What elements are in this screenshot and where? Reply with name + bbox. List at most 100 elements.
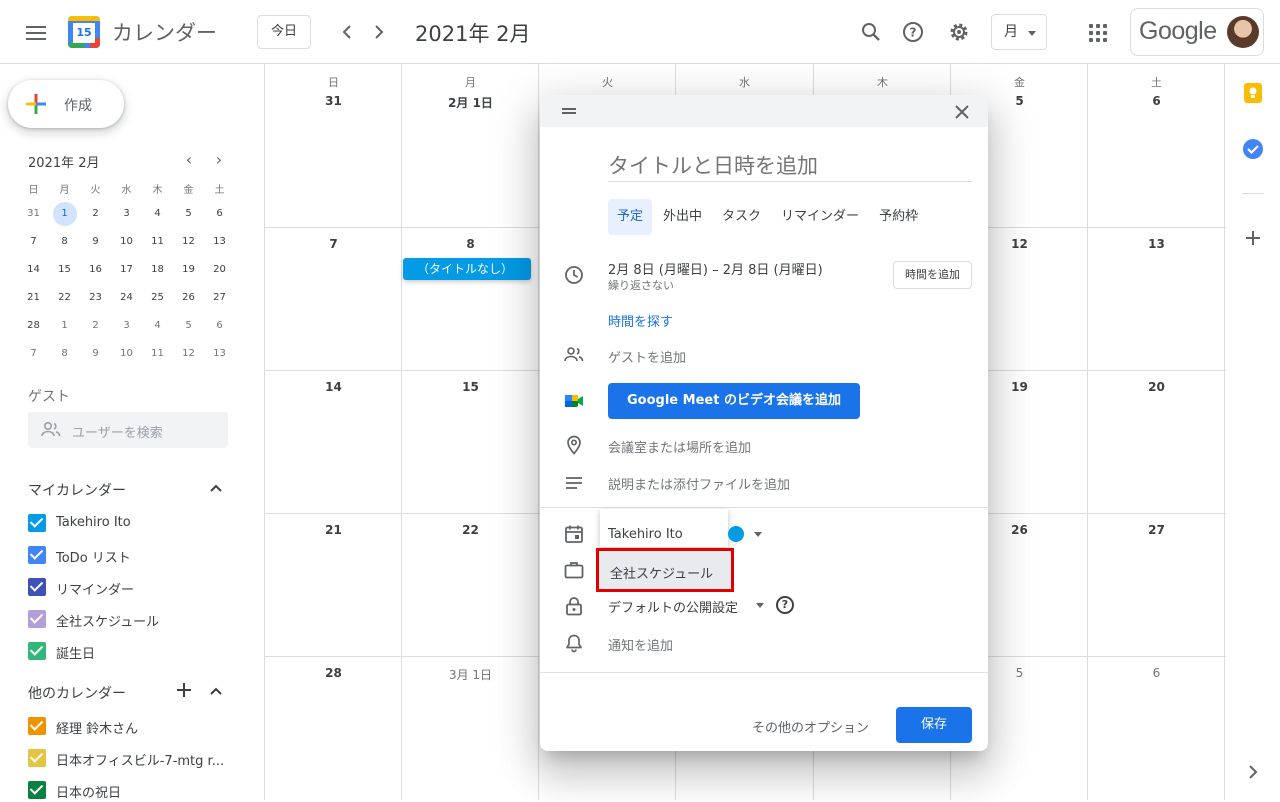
create-button[interactable]: 作成 xyxy=(8,80,124,128)
chevron-up-icon[interactable] xyxy=(208,683,224,699)
calendar-item-office-mtg[interactable]: 日本オフィスビル-7-mtg r... xyxy=(28,746,238,770)
dropdown-caret-icon[interactable] xyxy=(756,603,764,608)
avatar[interactable] xyxy=(1227,16,1259,48)
day-number[interactable]: 6 xyxy=(1088,94,1225,108)
mini-day[interactable]: 10 xyxy=(111,228,142,256)
calendar-item-birthdays[interactable]: 誕生日 xyxy=(28,639,238,663)
repeat-setting[interactable]: 繰り返さない xyxy=(608,277,674,293)
mini-day[interactable]: 8 xyxy=(49,340,80,368)
mini-day[interactable]: 11 xyxy=(142,340,173,368)
mini-day[interactable]: 17 xyxy=(111,256,142,284)
tab-task[interactable]: タスク xyxy=(713,199,770,235)
day-number[interactable]: 6 xyxy=(1088,666,1225,680)
day-number[interactable]: 28 xyxy=(265,666,402,680)
user-search-input[interactable]: ユーザーを検索 xyxy=(28,412,228,448)
calendar-item-todo[interactable]: ToDo リスト xyxy=(28,543,238,567)
mini-day[interactable]: 9 xyxy=(80,340,111,368)
mini-day[interactable]: 13 xyxy=(204,340,235,368)
checkbox[interactable] xyxy=(28,578,46,596)
mini-day[interactable]: 31 xyxy=(18,200,49,228)
chevron-right-icon[interactable] xyxy=(1242,761,1264,783)
mini-day[interactable]: 22 xyxy=(49,284,80,312)
today-button[interactable]: 今日 xyxy=(257,15,311,49)
chevron-up-icon[interactable] xyxy=(208,480,224,496)
tab-appointment-slots[interactable]: 予約枠 xyxy=(870,199,927,235)
dropdown-caret-icon[interactable] xyxy=(754,532,762,537)
mini-day[interactable]: 8 xyxy=(49,228,80,256)
calendar-select-menu[interactable]: Takehiro Ito xyxy=(600,509,728,547)
day-number[interactable]: 8 xyxy=(402,237,539,251)
mini-day[interactable]: 10 xyxy=(111,340,142,368)
mini-prev-icon[interactable]: ‹ xyxy=(181,150,197,169)
mini-day[interactable]: 15 xyxy=(49,256,80,284)
chevron-right-icon[interactable] xyxy=(367,20,391,44)
day-number[interactable]: 3月 1日 xyxy=(402,666,539,683)
mini-day[interactable]: 7 xyxy=(18,340,49,368)
day-number[interactable]: 7 xyxy=(265,237,402,251)
calendar-option-takehiro[interactable]: Takehiro Ito xyxy=(608,527,683,542)
mini-day[interactable]: 9 xyxy=(80,228,111,256)
mini-day[interactable]: 1 xyxy=(49,312,80,340)
visibility-setting[interactable]: デフォルトの公開設定 xyxy=(608,597,738,616)
day-number[interactable]: 27 xyxy=(1088,523,1225,537)
mini-day[interactable]: 16 xyxy=(80,256,111,284)
mini-day[interactable]: 5 xyxy=(173,312,204,340)
checkbox[interactable] xyxy=(28,546,46,564)
tab-event[interactable]: 予定 xyxy=(608,199,653,235)
search-icon[interactable] xyxy=(859,20,883,44)
keep-icon[interactable] xyxy=(1242,82,1264,104)
mini-next-icon[interactable]: › xyxy=(211,150,227,169)
mini-day[interactable]: 11 xyxy=(142,228,173,256)
tab-out-of-office[interactable]: 外出中 xyxy=(654,199,711,235)
mini-day[interactable]: 2 xyxy=(80,312,111,340)
add-location-field[interactable]: 会議室または場所を追加 xyxy=(608,437,751,456)
add-google-meet-button[interactable]: Google Meet のビデオ会議を追加 xyxy=(608,383,860,419)
find-time-link[interactable]: 時間を探す xyxy=(608,311,673,330)
my-calendars-title[interactable]: マイカレンダー xyxy=(28,480,126,500)
checkbox[interactable] xyxy=(28,781,46,799)
mini-day[interactable]: 19 xyxy=(173,256,204,284)
event-date-range[interactable]: 2月 8日 (月曜日) – 2月 8日 (月曜日) xyxy=(608,259,823,278)
day-number[interactable]: 20 xyxy=(1088,380,1225,394)
mini-day[interactable]: 18 xyxy=(142,256,173,284)
more-options-button[interactable]: その他のオプション xyxy=(752,717,869,736)
day-number[interactable]: 13 xyxy=(1088,237,1225,251)
day-number[interactable]: 31 xyxy=(265,94,402,108)
mini-day[interactable]: 14 xyxy=(18,256,49,284)
mini-day[interactable]: 21 xyxy=(18,284,49,312)
mini-day[interactable]: 4 xyxy=(142,200,173,228)
mini-day[interactable]: 12 xyxy=(173,340,204,368)
mini-day[interactable]: 20 xyxy=(204,256,235,284)
calendar-item-takehiro[interactable]: Takehiro Ito xyxy=(28,511,238,535)
calendar-item-company[interactable]: 全社スケジュール xyxy=(28,607,238,631)
calendar-item-holidays[interactable]: 日本の祝日 xyxy=(28,778,238,802)
save-button[interactable]: 保存 xyxy=(896,707,972,743)
day-number[interactable]: 15 xyxy=(402,380,539,394)
mini-day[interactable]: 13 xyxy=(204,228,235,256)
add-guests-field[interactable]: ゲストを追加 xyxy=(608,347,686,366)
chevron-left-icon[interactable] xyxy=(335,20,359,44)
mini-day[interactable]: 6 xyxy=(204,312,235,340)
account-switcher[interactable]: Google xyxy=(1130,8,1264,56)
add-calendar-plus-icon[interactable] xyxy=(176,682,192,698)
checkbox[interactable] xyxy=(28,717,46,735)
mini-day[interactable]: 27 xyxy=(204,284,235,312)
mini-day[interactable]: 6 xyxy=(204,200,235,228)
add-addon-plus-icon[interactable] xyxy=(1242,227,1264,249)
calendar-item-reminders[interactable]: リマインダー xyxy=(28,575,238,599)
checkbox[interactable] xyxy=(28,610,46,628)
mini-day[interactable]: 12 xyxy=(173,228,204,256)
settings-gear-icon[interactable] xyxy=(947,20,971,44)
mini-day[interactable]: 3 xyxy=(111,312,142,340)
calendar-item-accounting[interactable]: 経理 鈴木さん xyxy=(28,714,238,738)
day-number[interactable]: 22 xyxy=(402,523,539,537)
mini-day[interactable]: 26 xyxy=(173,284,204,312)
calendar-option-company-schedule[interactable]: 全社スケジュール xyxy=(596,548,734,592)
close-icon[interactable] xyxy=(952,102,972,122)
other-calendars-title[interactable]: 他のカレンダー xyxy=(28,683,126,703)
checkbox[interactable] xyxy=(28,642,46,660)
checkbox[interactable] xyxy=(28,749,46,767)
mini-day[interactable]: 28 xyxy=(18,312,49,340)
help-icon[interactable]: ? xyxy=(776,596,794,614)
event-title-input[interactable] xyxy=(608,150,972,182)
